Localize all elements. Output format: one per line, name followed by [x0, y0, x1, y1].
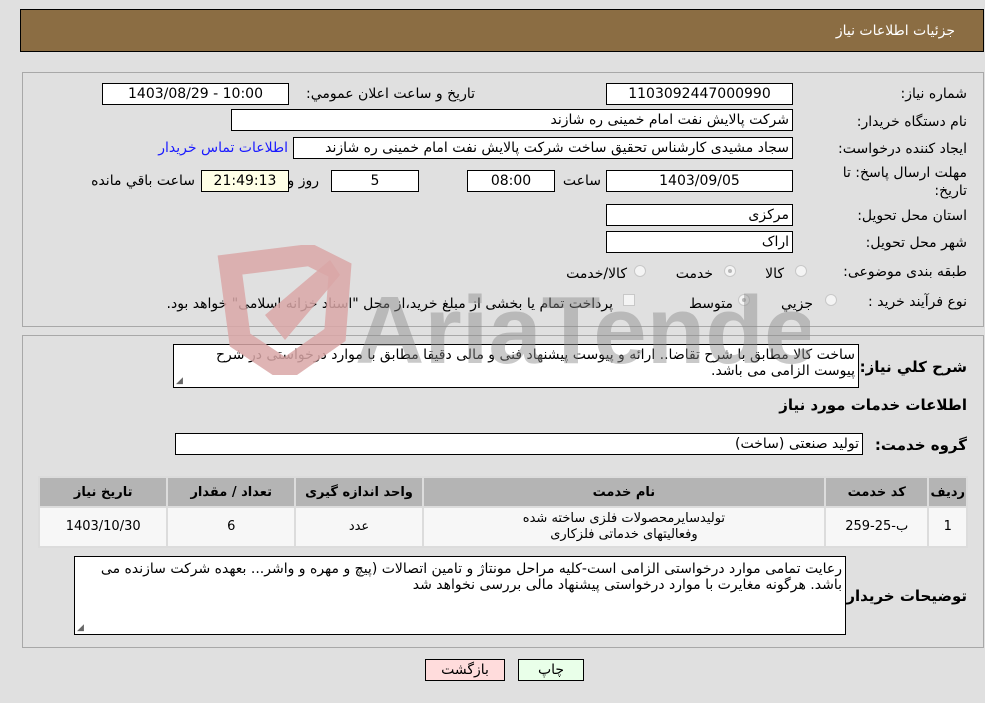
services-table-wrapper: ردیف کد خدمت نام خدمت واحد اندازه گیری ت…	[38, 476, 968, 548]
buyer-org-field: شرکت پالایش نفت امام خمینی ره شازند	[231, 109, 793, 131]
category-radio-service[interactable]	[724, 265, 736, 277]
province-label: استان محل تحویل:	[857, 208, 967, 224]
remaining-time-label: ساعت باقي مانده	[91, 173, 195, 189]
city-field: اراک	[606, 231, 793, 253]
cell-row-number: 1	[929, 508, 966, 546]
deadline-label-line1: مهلت ارسال پاسخ: تا	[842, 165, 967, 181]
print-button[interactable]: چاپ	[518, 659, 584, 681]
col-header-row-number: ردیف	[929, 478, 966, 506]
page-title: جزئیات اطلاعات نیاز	[835, 23, 955, 39]
col-header-service-name: نام خدمت	[423, 478, 824, 506]
back-button[interactable]: بازگشت	[425, 659, 505, 681]
services-section-title: اطلاعات خدمات مورد نیاز	[779, 396, 967, 414]
announce-date-label: تاریخ و ساعت اعلان عمومي:	[306, 86, 475, 102]
announce-date-field: 1403/08/29 - 10:00	[102, 83, 289, 105]
process-radio-minor[interactable]	[825, 294, 837, 306]
table-header-row: ردیف کد خدمت نام خدمت واحد اندازه گیری ت…	[40, 478, 966, 506]
buyer-notes-textarea[interactable]: رعایت تمامی موارد درخواستی الزامی است-کل…	[74, 556, 846, 635]
buyer-notes-label: توضیحات خریدار:	[840, 587, 967, 605]
resize-grip-icon[interactable]: ◢	[176, 377, 183, 386]
buyer-notes-text: رعایت تمامی موارد درخواستی الزامی است-کل…	[100, 561, 842, 593]
category-option-goods-service: کالا/خدمت	[566, 266, 627, 282]
province-field: مرکزی	[606, 204, 793, 226]
process-option-medium: متوسط	[689, 296, 733, 312]
process-option-minor: جزيي	[781, 296, 813, 312]
need-number-field: 1103092447000990	[606, 83, 793, 105]
deadline-time-label: ساعت	[562, 173, 601, 189]
remaining-time-field: 21:49:13	[201, 170, 289, 192]
col-header-need-date: تاریخ نیاز	[40, 478, 167, 506]
cell-service-name: تولیدسایرمحصولات فلزی ساخته شده وفعالیته…	[423, 508, 824, 546]
days-remaining-field: 5	[331, 170, 419, 192]
category-option-service: خدمت	[675, 266, 713, 282]
col-header-unit: واحد اندازه گیری	[296, 478, 422, 506]
services-table: ردیف کد خدمت نام خدمت واحد اندازه گیری ت…	[38, 476, 968, 548]
process-type-label: نوع فرآیند خرید :	[868, 294, 967, 310]
col-header-service-code: کد خدمت	[825, 478, 928, 506]
process-radio-medium[interactable]	[738, 294, 750, 306]
buyer-org-label: نام دستگاه خریدار:	[856, 114, 967, 130]
service-group-field: تولید صنعتی (ساخت)	[175, 433, 863, 455]
cell-need-date: 1403/10/30	[40, 508, 167, 546]
deadline-label-line2: تاریخ:	[934, 183, 967, 199]
description-textarea[interactable]: ساخت کالا مطابق با شرح تقاضا.. ارائه و پ…	[173, 344, 859, 388]
col-header-quantity: تعداد / مقدار	[168, 478, 295, 506]
deadline-date-field: 1403/09/05	[606, 170, 793, 192]
buyer-contact-link[interactable]: اطلاعات تماس خریدار	[158, 140, 288, 156]
category-radio-goods-service[interactable]	[634, 265, 646, 277]
city-label: شهر محل تحویل:	[865, 235, 967, 251]
treasury-checkbox[interactable]	[623, 294, 635, 306]
category-option-goods: کالا	[765, 266, 784, 282]
service-group-label: گروه خدمت:	[874, 436, 967, 454]
requester-field: سجاد مشیدی کارشناس تحقیق ساخت شرکت پالای…	[293, 137, 793, 159]
description-text: ساخت کالا مطابق با شرح تقاضا.. ارائه و پ…	[216, 347, 855, 379]
deadline-time-field: 08:00	[467, 170, 555, 192]
cell-service-code: ب-25-259	[825, 508, 928, 546]
description-label: شرح کلي نیاز:	[859, 358, 967, 376]
days-label: روز و	[287, 173, 320, 189]
cell-quantity: 6	[168, 508, 295, 546]
table-row: 1 ب-25-259 تولیدسایرمحصولات فلزی ساخته ش…	[40, 508, 966, 546]
category-label: طبقه بندی موضوعی:	[843, 264, 967, 280]
resize-grip-icon[interactable]: ◢	[77, 624, 84, 633]
page-header: جزئیات اطلاعات نیاز	[20, 9, 984, 52]
cell-unit: عدد	[296, 508, 422, 546]
need-number-label: شماره نیاز:	[900, 86, 968, 102]
deadline-label: مهلت ارسال پاسخ: تا تاریخ:	[843, 164, 967, 200]
treasury-note: پرداخت تمام یا بخشی از مبلغ خرید،از محل …	[166, 296, 613, 312]
category-radio-goods[interactable]	[795, 265, 807, 277]
requester-label: ایجاد کننده درخواست:	[838, 141, 967, 157]
